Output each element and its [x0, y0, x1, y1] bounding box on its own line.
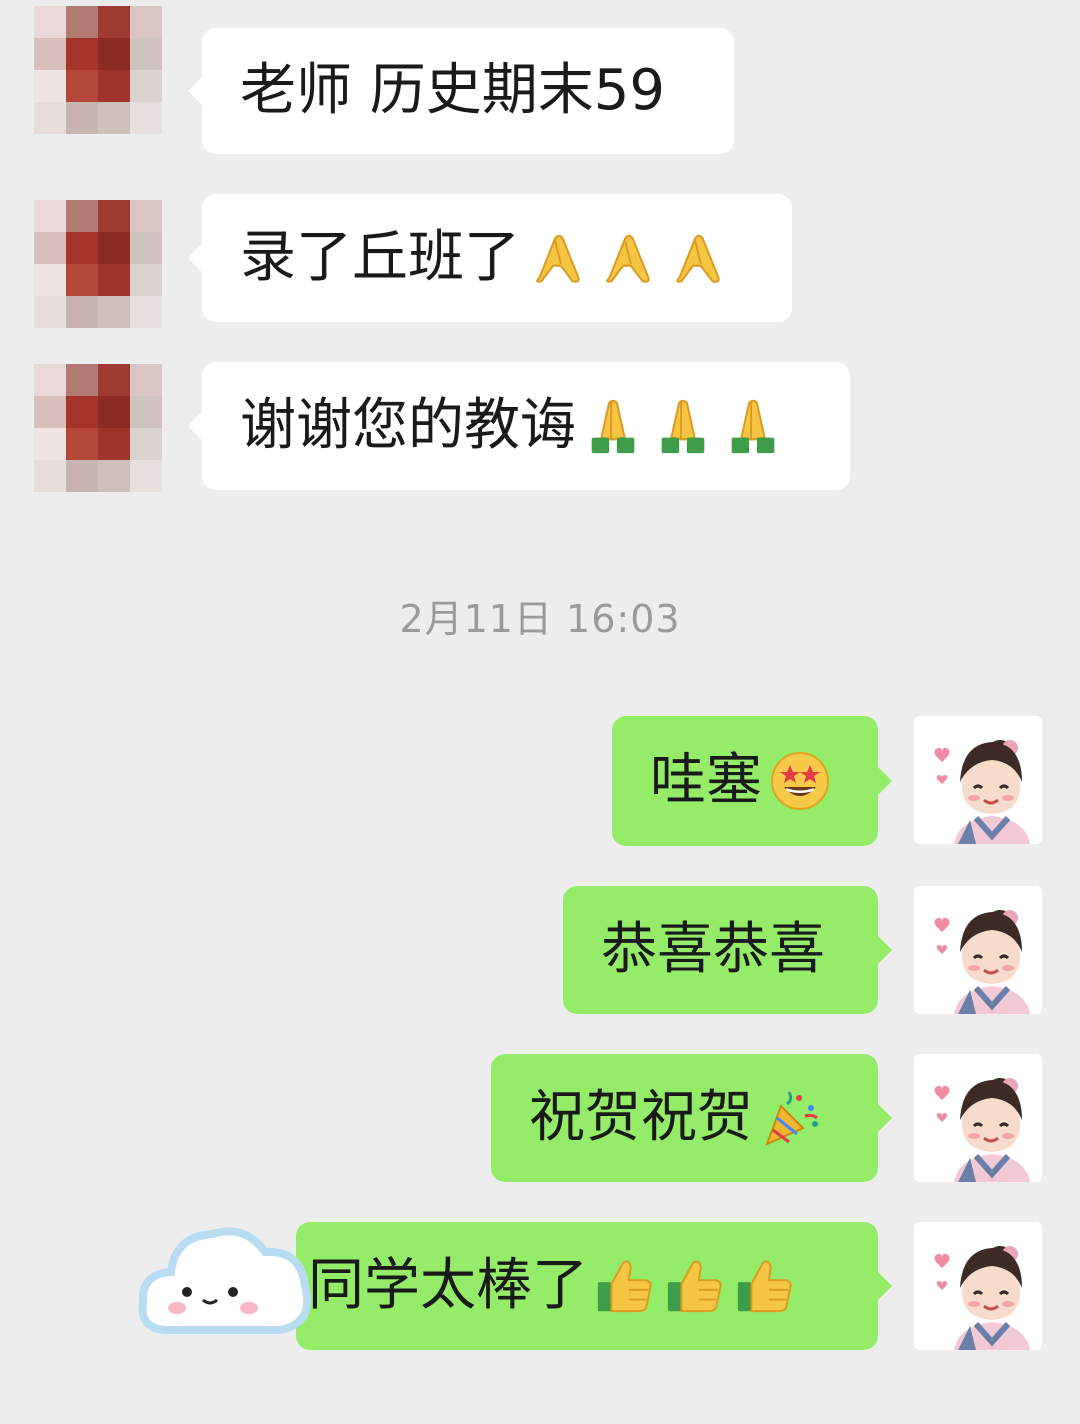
outgoing-message-bubble[interactable]: 祝贺祝贺: [491, 1054, 892, 1182]
pinched-fingers-icon: [526, 227, 588, 289]
sender-avatar[interactable]: [34, 200, 162, 328]
message-text: 谢谢您的教诲: [240, 393, 576, 458]
incoming-message-bubble[interactable]: 老师 历史期末59: [188, 28, 734, 154]
girl-avatar-icon: [914, 1222, 1042, 1350]
outgoing-message-bubble[interactable]: 恭喜恭喜: [563, 886, 892, 1014]
girl-avatar-icon: [914, 716, 1042, 844]
incoming-message-bubble[interactable]: 谢谢您的教诲: [188, 362, 850, 490]
incoming-message-bubble[interactable]: 录了丘班了: [188, 194, 792, 322]
message-text: 哇塞: [650, 748, 762, 813]
folded-hands-icon: [652, 395, 714, 457]
user-avatar[interactable]: [914, 886, 1042, 1014]
chat-timestamp: 2月11日 16:03: [399, 597, 681, 641]
message-text: 老师 历史期末59: [240, 58, 666, 123]
message-text: 祝贺祝贺: [529, 1085, 753, 1150]
cloud-sticker-icon: [138, 1227, 312, 1334]
user-avatar[interactable]: [914, 1054, 1042, 1182]
girl-avatar-icon: [914, 886, 1042, 1014]
thumbs-up-icon: [594, 1255, 656, 1317]
sender-avatar[interactable]: [34, 6, 162, 134]
outgoing-message-bubble[interactable]: 同学太棒了: [296, 1222, 892, 1350]
outgoing-message-bubble[interactable]: 哇塞: [612, 716, 892, 846]
message-text: 录了丘班了: [240, 225, 520, 290]
pinched-fingers-icon: [666, 227, 728, 289]
thumbs-up-icon: [664, 1255, 726, 1317]
girl-avatar-icon: [914, 1054, 1042, 1182]
folded-hands-icon: [722, 395, 784, 457]
message-text: 恭喜恭喜: [601, 917, 825, 982]
sender-avatar[interactable]: [34, 364, 162, 492]
user-avatar[interactable]: [914, 716, 1042, 844]
pinched-fingers-icon: [596, 227, 658, 289]
star-struck-face-icon: [768, 749, 832, 813]
party-popper-icon: [759, 1086, 823, 1150]
thumbs-up-icon: [734, 1255, 796, 1317]
user-avatar[interactable]: [914, 1222, 1042, 1350]
folded-hands-icon: [582, 395, 644, 457]
message-text: 同学太棒了: [308, 1253, 588, 1318]
